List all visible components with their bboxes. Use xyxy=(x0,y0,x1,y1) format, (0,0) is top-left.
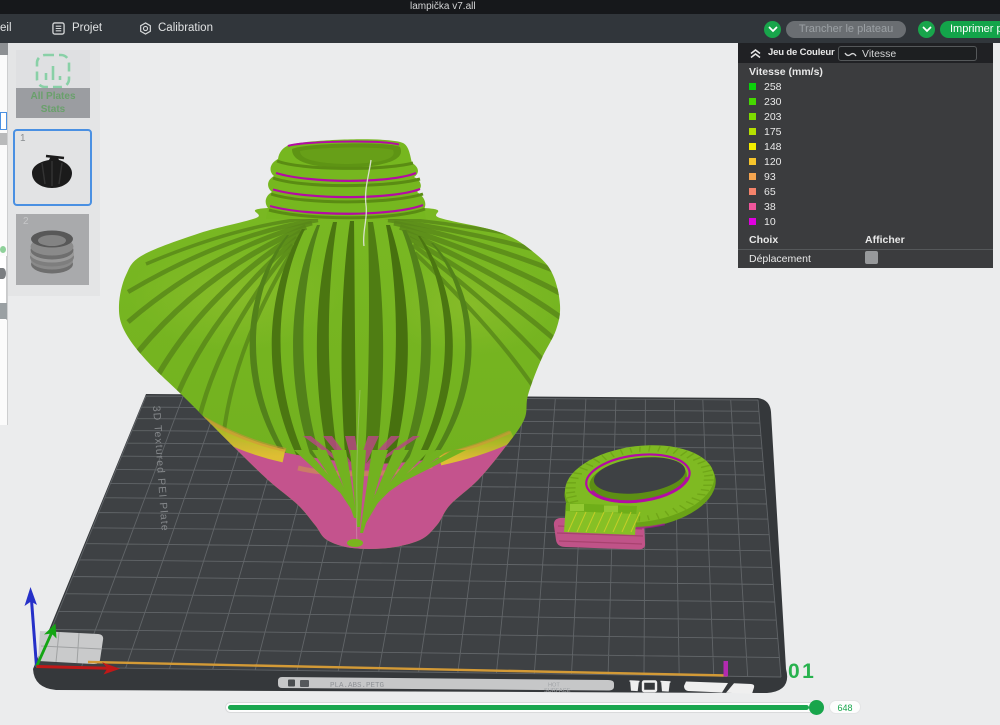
svg-text:SURFACE: SURFACE xyxy=(544,688,571,694)
svg-text:01: 01 xyxy=(788,660,816,683)
svg-text:PLA.ABS.PETG: PLA.ABS.PETG xyxy=(330,682,385,690)
